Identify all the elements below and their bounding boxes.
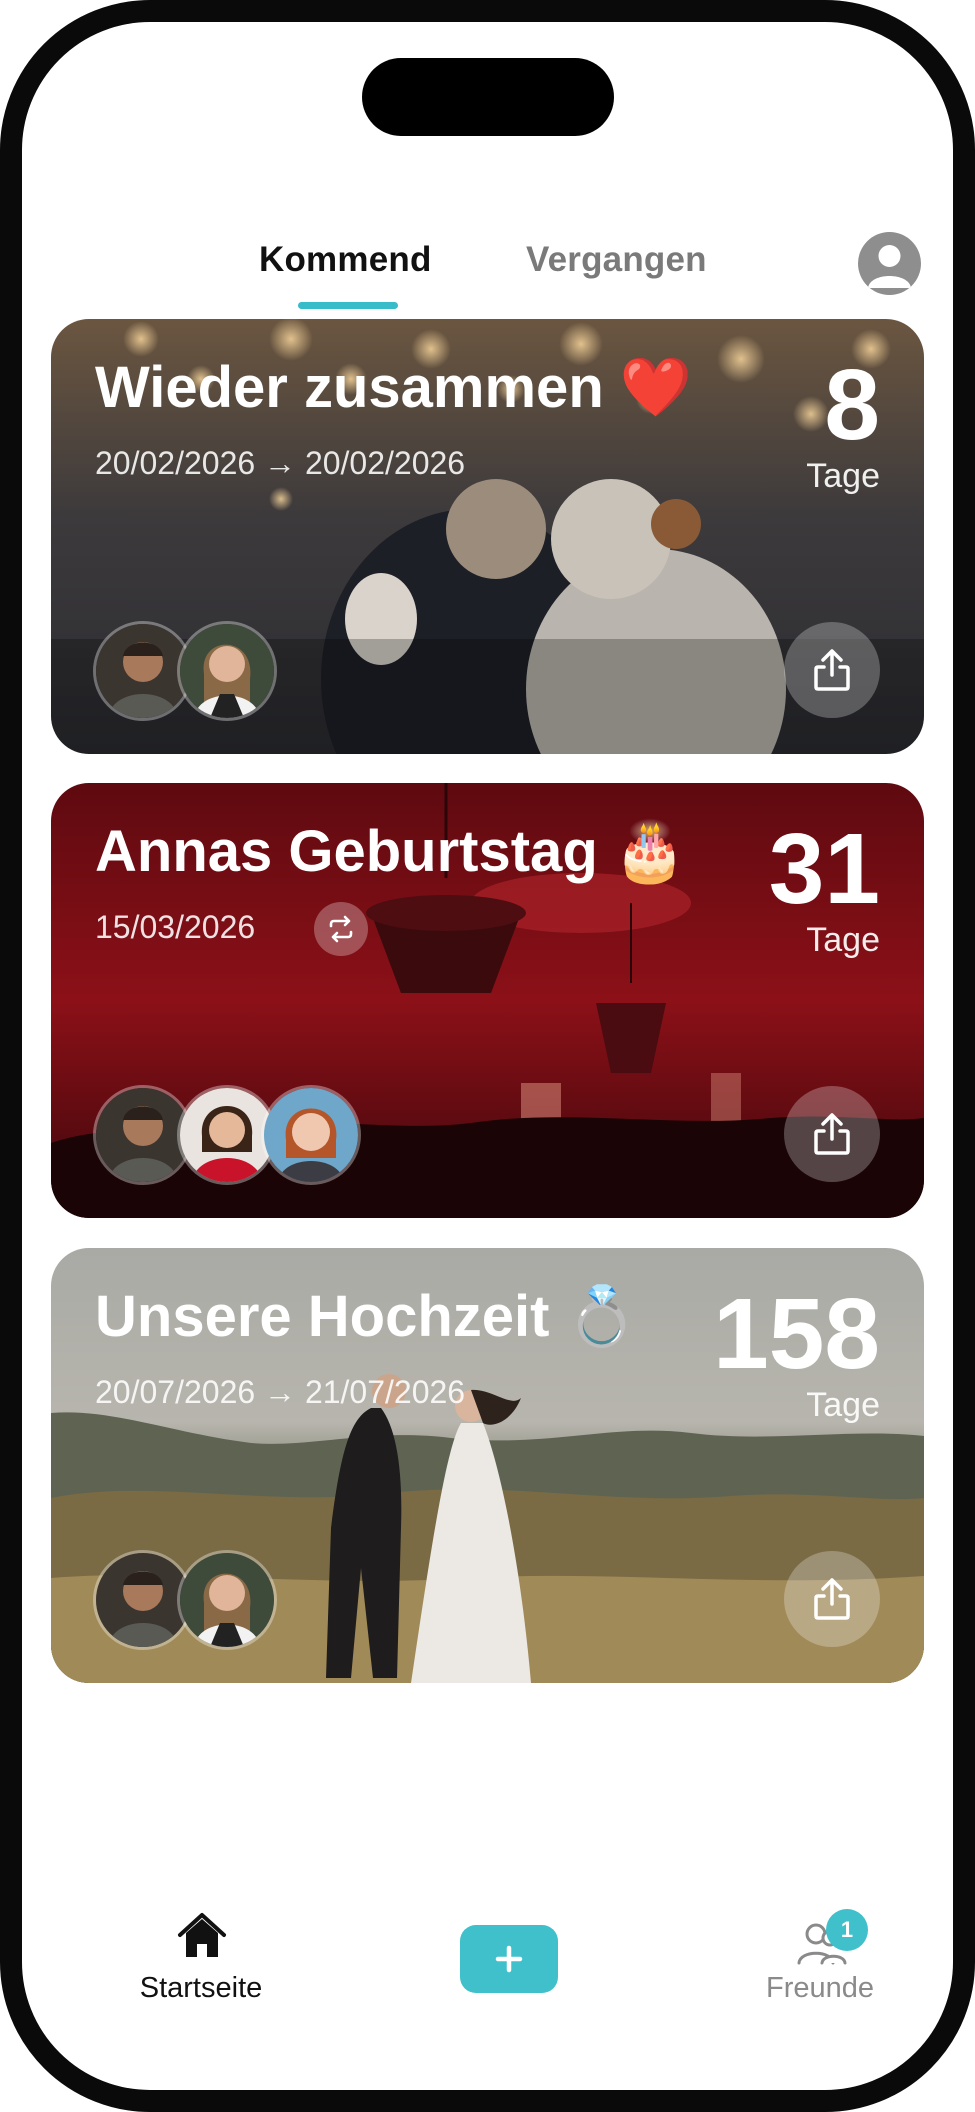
event-card[interactable]: Annas Geburtstag 🎂 15/03/2026 31 Tage bbox=[51, 783, 924, 1218]
share-button[interactable] bbox=[784, 1551, 880, 1647]
tab-past[interactable]: Vergangen bbox=[526, 240, 707, 280]
phone-frame: Kommend Vergangen Wieder zusammen ❤️ 20/… bbox=[0, 0, 975, 2112]
home-icon bbox=[178, 1913, 226, 1957]
event-title: Wieder zusammen ❤️ bbox=[95, 353, 693, 421]
event-date-range: 20/07/2026 → 21/07/2026 bbox=[95, 1374, 466, 1410]
event-card[interactable]: Wieder zusammen ❤️ 20/02/2026 → 20/02/20… bbox=[51, 319, 924, 754]
share-button[interactable] bbox=[784, 622, 880, 718]
redhead-avatar bbox=[261, 1085, 361, 1185]
woman-avatar bbox=[177, 621, 277, 721]
tab-bar: Kommend Vergangen bbox=[22, 222, 953, 312]
active-tab-indicator bbox=[298, 302, 398, 309]
event-date: 15/03/2026 bbox=[95, 909, 256, 945]
nav-friends-label: Freunde bbox=[765, 1972, 874, 2004]
days-unit: Tage bbox=[806, 457, 880, 495]
nav-friends[interactable]: 1 Freunde bbox=[750, 1909, 890, 2004]
days-count: 8 bbox=[824, 349, 880, 461]
share-button[interactable] bbox=[784, 1086, 880, 1182]
profile-button[interactable] bbox=[858, 232, 921, 295]
share-icon bbox=[814, 1113, 850, 1155]
ring-icon: 💍 bbox=[565, 1282, 638, 1350]
nav-home[interactable]: Startseite bbox=[131, 1912, 271, 2004]
days-count: 158 bbox=[713, 1278, 880, 1390]
add-event-button[interactable] bbox=[460, 1925, 558, 1993]
share-icon bbox=[814, 1578, 850, 1620]
nav-home-label: Startseite bbox=[139, 1972, 263, 2004]
notification-badge: 1 bbox=[826, 1909, 868, 1951]
dynamic-island bbox=[362, 58, 614, 136]
share-icon bbox=[814, 649, 850, 691]
days-unit: Tage bbox=[806, 1386, 880, 1424]
repeat-icon bbox=[329, 915, 353, 943]
event-title: Annas Geburtstag 🎂 bbox=[95, 817, 687, 885]
user-icon bbox=[868, 245, 911, 288]
event-title: Unsere Hochzeit 💍 bbox=[95, 1282, 638, 1350]
event-date-range: 20/02/2026 → 20/02/2026 bbox=[95, 445, 466, 481]
heart-icon: ❤️ bbox=[619, 353, 693, 421]
tab-upcoming[interactable]: Kommend bbox=[259, 240, 432, 280]
days-unit: Tage bbox=[806, 921, 880, 959]
birthday-cake-icon: 🎂 bbox=[613, 817, 687, 885]
plus-icon bbox=[495, 1945, 523, 1973]
days-count: 31 bbox=[768, 813, 880, 925]
woman-avatar bbox=[177, 1550, 277, 1650]
event-card[interactable]: Unsere Hochzeit 💍 20/07/2026 → 21/07/202… bbox=[51, 1248, 924, 1683]
recurring-badge bbox=[314, 902, 368, 956]
